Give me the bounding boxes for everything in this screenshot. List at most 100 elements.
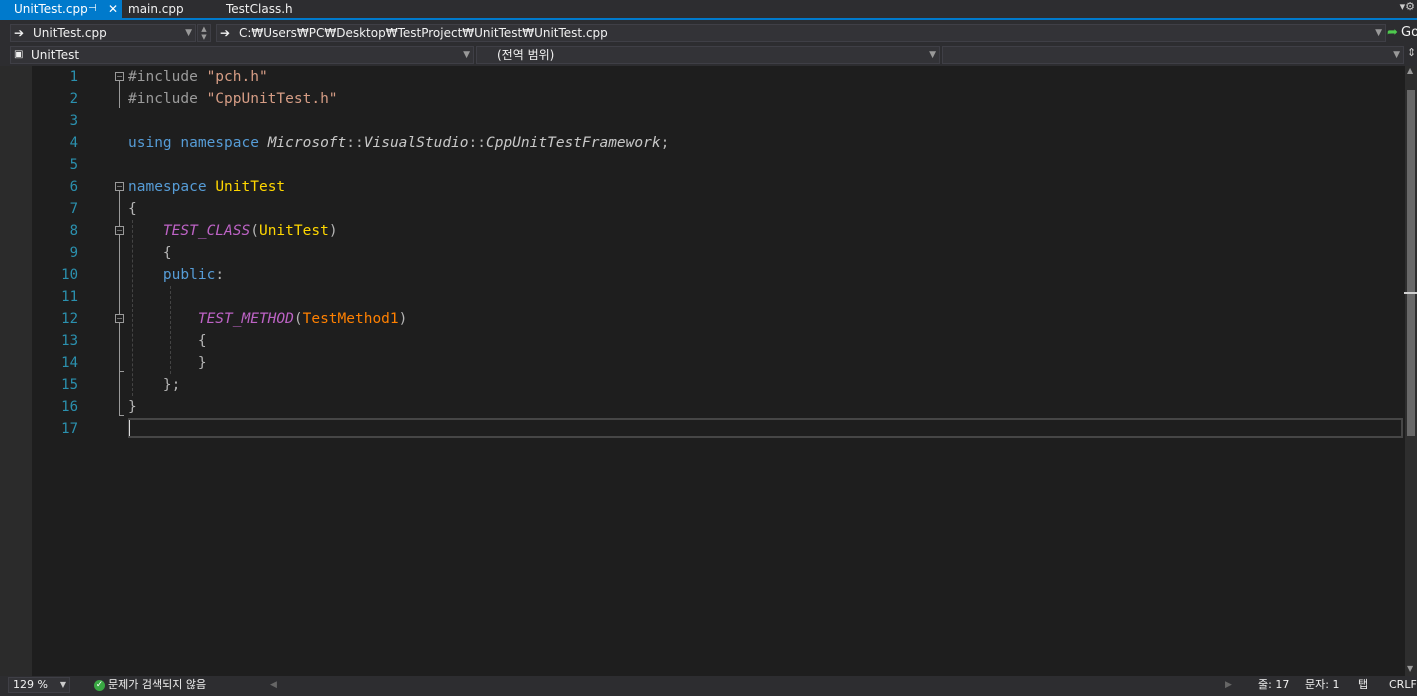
code-line-9: { bbox=[128, 242, 172, 264]
line-number: 1 bbox=[69, 69, 78, 85]
brace: } bbox=[128, 399, 137, 415]
line-number: 14 bbox=[61, 355, 78, 371]
line-number: 6 bbox=[69, 179, 78, 195]
brace: { bbox=[162, 245, 172, 261]
scope-combo-value: (전역 범위) bbox=[497, 48, 555, 62]
method-name: TestMethod1 bbox=[302, 311, 399, 327]
issues-indicator[interactable]: ✓ 문제가 검색되지 않음 bbox=[94, 676, 206, 694]
code-editor[interactable] bbox=[0, 66, 1405, 676]
editor-status-bar: 129 % ▼ ✓ 문제가 검색되지 않음 ◀ ▶ 줄: 17 문자: 1 탭 C… bbox=[0, 676, 1417, 696]
paren: ) bbox=[398, 311, 408, 327]
semicolon: ; bbox=[660, 135, 670, 151]
go-label: Go bbox=[1401, 25, 1417, 40]
scroll-right-icon[interactable]: ▶ bbox=[1225, 676, 1232, 694]
document-tab-bar: UnitTest.cpp ⊣ ✕ main.cpp TestClass.h ▾⚙ bbox=[0, 0, 1417, 20]
tab-label: TestClass.h bbox=[226, 2, 293, 16]
gear-icon[interactable]: ▾⚙ bbox=[1400, 0, 1415, 13]
scope-operator: :: bbox=[468, 135, 486, 151]
code-line-13: { bbox=[128, 330, 207, 352]
keyword: namespace bbox=[180, 135, 259, 151]
keyword: public bbox=[162, 267, 216, 283]
paren: ( bbox=[250, 223, 259, 239]
go-button[interactable]: ➦ Go bbox=[1387, 24, 1417, 42]
path-combo-value: C:₩Users₩PC₩Desktop₩TestProject₩UnitTest… bbox=[239, 26, 608, 40]
line-number: 16 bbox=[61, 399, 78, 415]
macro: TEST_CLASS bbox=[162, 223, 251, 239]
caret-position-marker bbox=[1404, 292, 1417, 294]
outline-guide-end bbox=[119, 415, 124, 416]
go-arrow-icon: ➦ bbox=[1387, 25, 1398, 40]
code-line-16: } bbox=[128, 396, 137, 418]
class-name: UnitTest bbox=[258, 223, 329, 239]
line-number: 11 bbox=[61, 289, 78, 305]
preprocessor-directive: #include bbox=[128, 91, 207, 107]
line-number: 15 bbox=[61, 377, 78, 393]
macro: TEST_METHOD bbox=[197, 311, 294, 327]
line-number: 8 bbox=[69, 223, 78, 239]
outline-guide-end bbox=[119, 371, 124, 372]
code-line-12: TEST_METHOD(TestMethod1) bbox=[128, 308, 408, 330]
collapse-icon[interactable]: − bbox=[115, 72, 124, 81]
tab-unittest-cpp[interactable]: UnitTest.cpp ⊣ ✕ bbox=[0, 0, 122, 18]
file-combo-value: UnitTest.cpp bbox=[33, 26, 107, 40]
namespace-name: CppUnitTestFramework bbox=[485, 135, 661, 151]
paren: ) bbox=[328, 223, 338, 239]
tab-testclass-h[interactable]: TestClass.h bbox=[212, 0, 312, 18]
tab-label: UnitTest.cpp bbox=[14, 2, 88, 16]
chevron-down-icon: ▼ bbox=[59, 680, 66, 689]
brace: }; bbox=[162, 377, 181, 393]
file-combo[interactable]: ➔ UnitTest.cpp ▼ bbox=[10, 24, 196, 42]
code-line-15: }; bbox=[128, 374, 180, 396]
collapse-icon[interactable]: − bbox=[115, 226, 124, 235]
eol-indicator[interactable]: CRLF bbox=[1389, 676, 1417, 694]
code-line-4: using namespace Microsoft::VisualStudio:… bbox=[128, 132, 669, 154]
member-combo[interactable]: ▼ bbox=[942, 46, 1404, 64]
project-combo[interactable]: ▣ UnitTest ▼ bbox=[10, 46, 474, 64]
line-indicator[interactable]: 줄: 17 bbox=[1258, 676, 1289, 694]
indicator-margin bbox=[0, 66, 32, 676]
tab-indicator[interactable]: 탭 bbox=[1358, 676, 1368, 694]
colon: : bbox=[215, 267, 225, 283]
file-combo-stepper[interactable]: ▲ ▼ bbox=[197, 24, 211, 42]
namespace-name: UnitTest bbox=[215, 179, 286, 195]
line-number: 13 bbox=[61, 333, 78, 349]
string-literal: "CppUnitTest.h" bbox=[206, 91, 338, 107]
scroll-down-icon[interactable]: ▼ bbox=[1407, 664, 1413, 673]
brace: } bbox=[197, 355, 207, 371]
code-line-10: public: bbox=[128, 264, 224, 286]
pin-icon[interactable]: ⊣ bbox=[88, 0, 97, 18]
check-circle-icon: ✓ bbox=[94, 679, 105, 691]
chevron-down-icon: ▼ bbox=[1375, 28, 1382, 38]
brace: { bbox=[128, 201, 137, 217]
scope-operator: :: bbox=[346, 135, 364, 151]
line-number: 3 bbox=[69, 113, 78, 129]
collapse-icon[interactable]: − bbox=[115, 182, 124, 191]
split-editor-icon[interactable]: ⇕ bbox=[1407, 46, 1416, 59]
code-line-6: namespace UnitTest bbox=[128, 176, 285, 198]
string-literal: "pch.h" bbox=[206, 69, 268, 85]
column-indicator[interactable]: 문자: 1 bbox=[1305, 676, 1339, 694]
keyword: namespace bbox=[128, 179, 207, 195]
tab-main-cpp[interactable]: main.cpp bbox=[122, 0, 212, 18]
line-number: 12 bbox=[61, 311, 78, 327]
zoom-combo[interactable]: 129 % ▼ bbox=[8, 677, 70, 693]
close-icon[interactable]: ✕ bbox=[108, 0, 118, 18]
path-combo[interactable]: ➔ C:₩Users₩PC₩Desktop₩TestProject₩UnitTe… bbox=[216, 24, 1386, 42]
line-number: 7 bbox=[69, 201, 78, 217]
code-line-2: #include "CppUnitTest.h" bbox=[128, 88, 338, 110]
scroll-left-icon[interactable]: ◀ bbox=[270, 676, 277, 694]
scroll-up-icon[interactable]: ▲ bbox=[1407, 66, 1413, 75]
preprocessor-directive: #include bbox=[128, 69, 207, 85]
text-caret bbox=[129, 420, 130, 436]
issues-label: 문제가 검색되지 않음 bbox=[108, 678, 207, 691]
scrollbar-thumb[interactable] bbox=[1407, 90, 1415, 436]
arrow-right-icon: ➔ bbox=[14, 26, 25, 40]
scope-combo[interactable]: (전역 범위) ▼ bbox=[476, 46, 940, 64]
chevron-down-icon: ▼ bbox=[1393, 50, 1400, 60]
chevron-down-icon: ▼ bbox=[929, 50, 936, 60]
collapse-icon[interactable]: − bbox=[115, 314, 124, 323]
line-number: 17 bbox=[61, 421, 78, 437]
line-number: 4 bbox=[69, 135, 78, 151]
code-line-8: TEST_CLASS(UnitTest) bbox=[128, 220, 338, 242]
line-number: 2 bbox=[69, 91, 78, 107]
